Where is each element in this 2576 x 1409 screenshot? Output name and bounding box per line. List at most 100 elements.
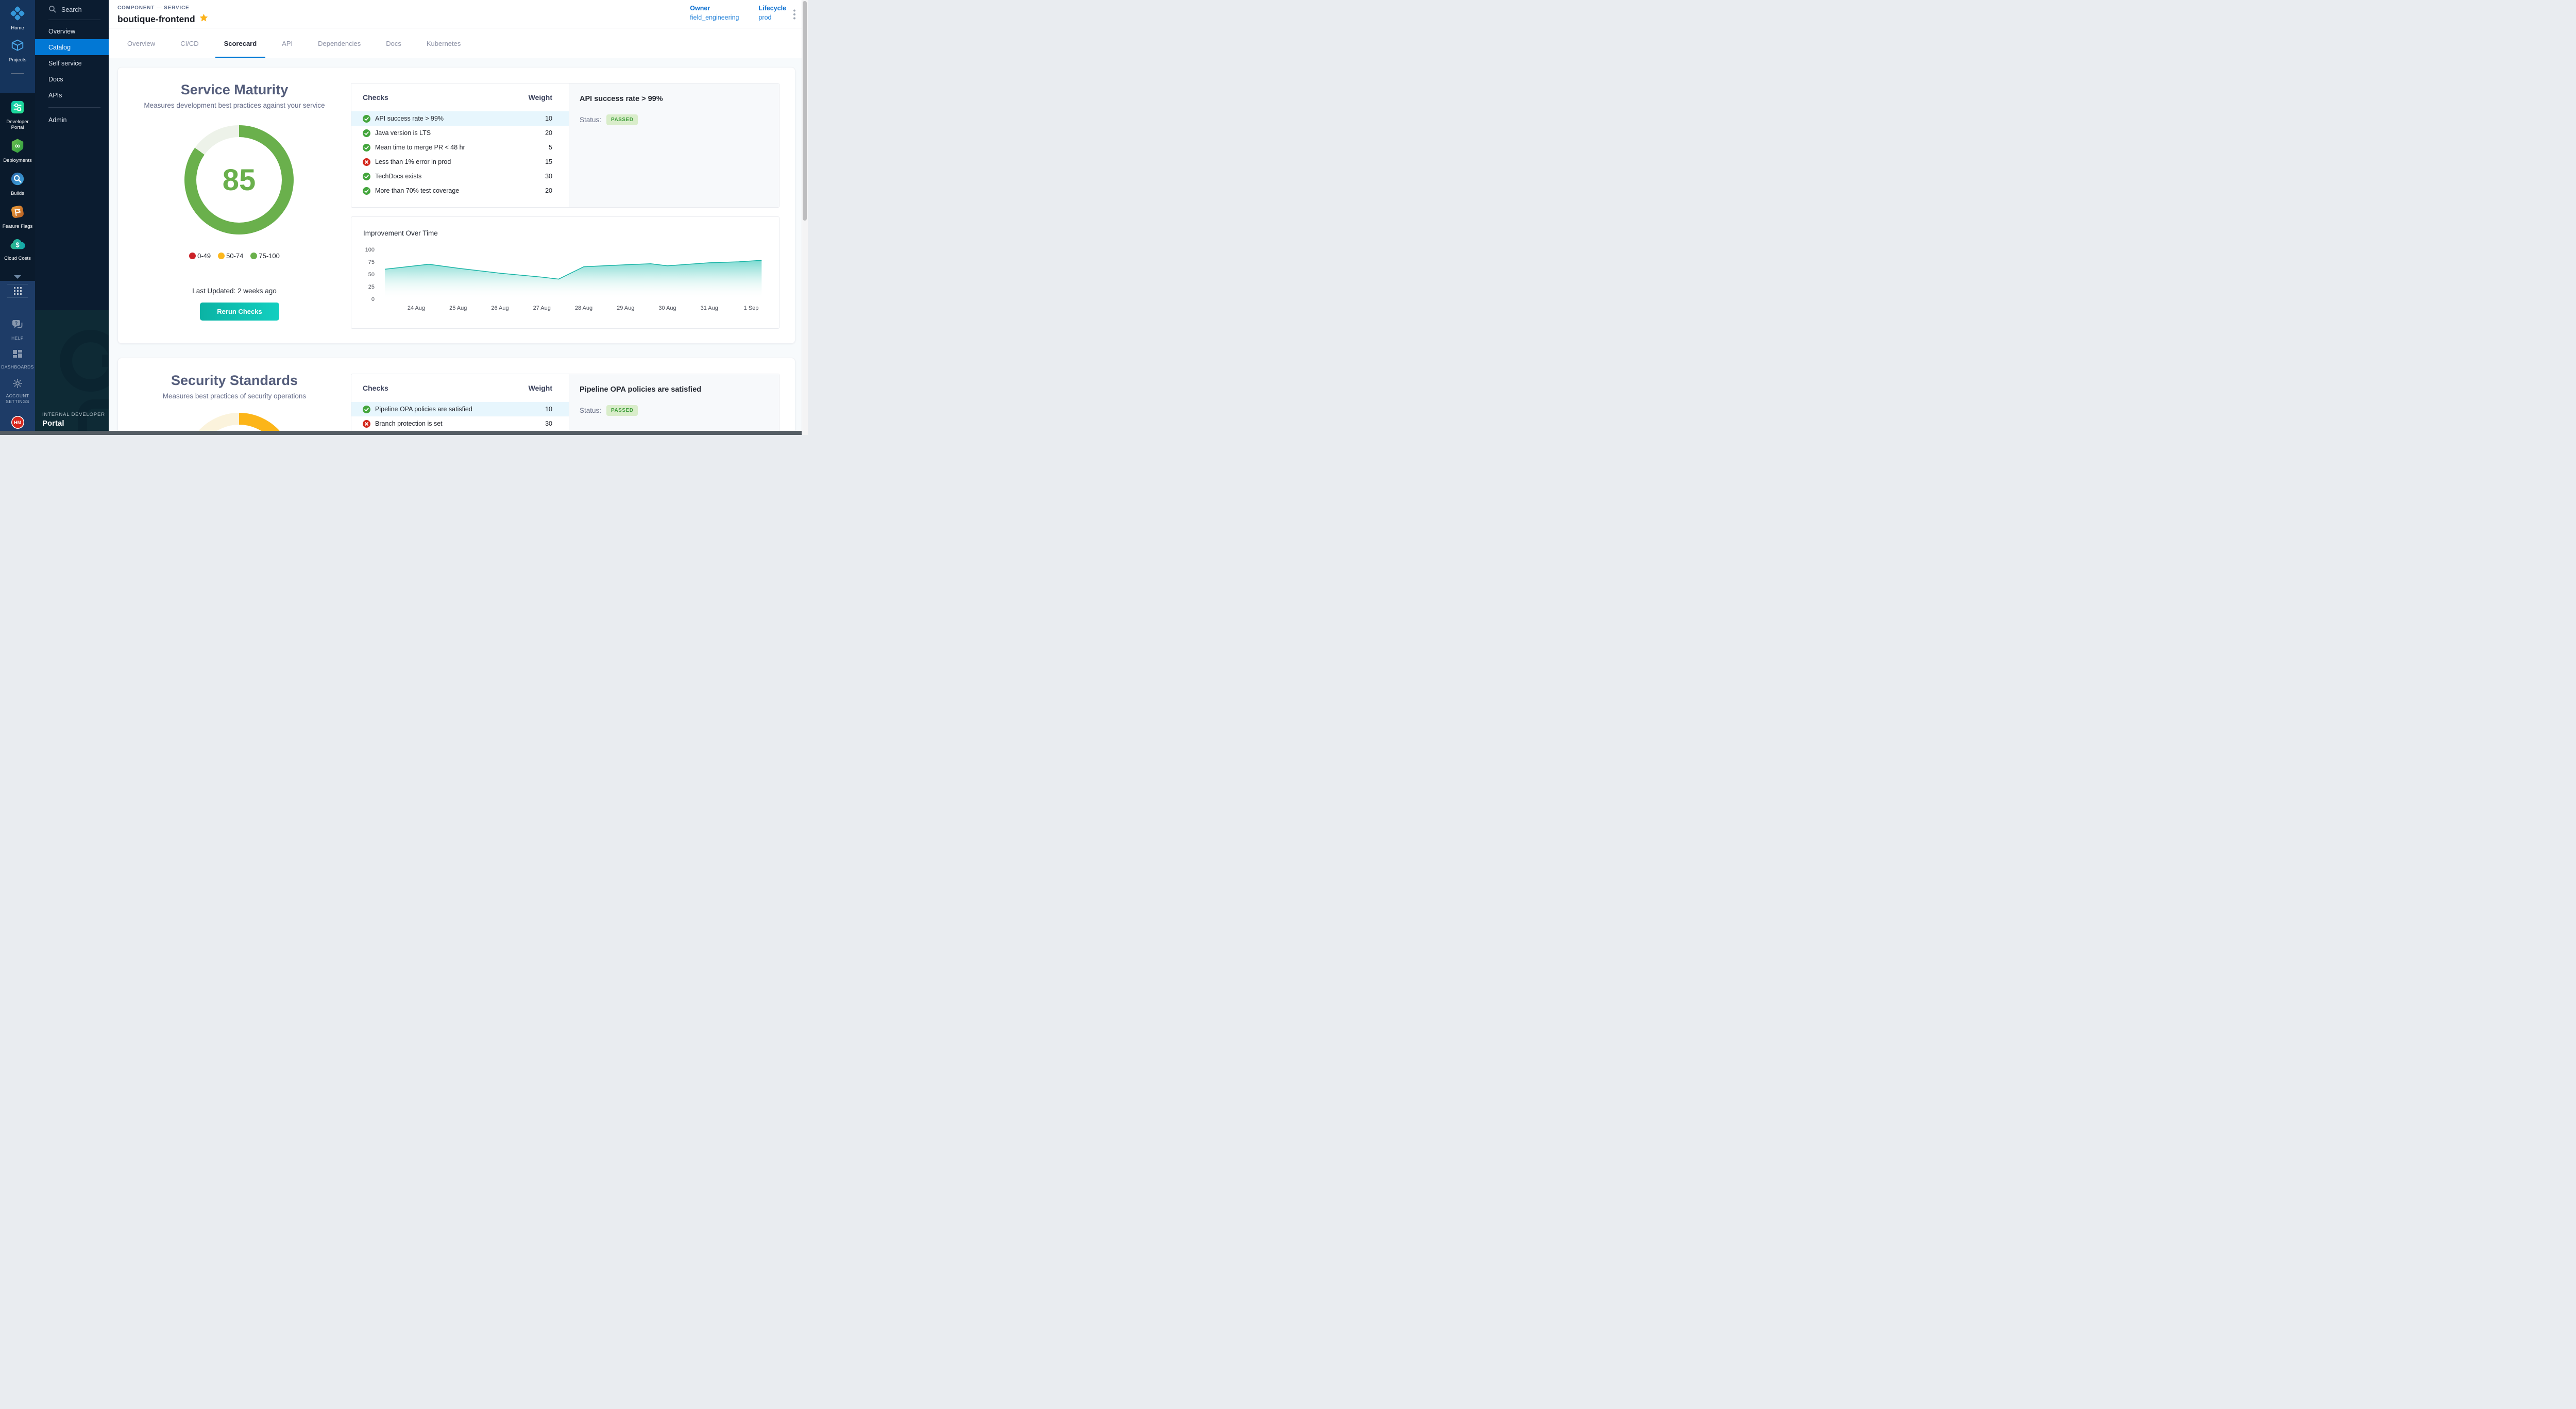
svg-text:∞: ∞ [14, 142, 21, 150]
check-detail-panel: Pipeline OPA policies are satisfied Stat… [569, 374, 779, 431]
score-gauge: 85 [184, 125, 294, 234]
sidebar-item-self-service[interactable]: Self service [35, 55, 109, 71]
dashboards-icon [12, 349, 23, 362]
tab-docs[interactable]: Docs [386, 28, 401, 58]
user-avatar[interactable]: HM [11, 416, 24, 429]
check-row[interactable]: Mean time to merge PR < 48 hr5 [351, 140, 569, 155]
tab-kubernetes[interactable]: Kubernetes [427, 28, 461, 58]
deployments-icon: ∞ [10, 139, 25, 156]
check-label: Branch protection is set [375, 420, 545, 427]
check-row[interactable]: API success rate > 99%10 [351, 111, 569, 126]
status-label: Status: [580, 407, 601, 414]
owner-link[interactable]: field_engineering [690, 14, 739, 21]
legend-dot [218, 253, 225, 259]
rail-item-home[interactable]: Home [1, 6, 35, 31]
rail-item-help[interactable]: ?HELP [1, 318, 35, 341]
legend-dot [189, 253, 196, 259]
check-row[interactable]: TechDocs exists30 [351, 169, 569, 183]
score-legend: 0-4950-7475-100 [118, 252, 351, 260]
rail-item-dashboards[interactable]: DASHBOARDS [1, 349, 35, 370]
legend-item: 75-100 [250, 252, 279, 260]
status-badge: PASSED [606, 405, 638, 416]
cube-icon [10, 38, 25, 55]
sidebar-item-apis[interactable]: APIs [35, 87, 109, 103]
tab-scorecard[interactable]: Scorecard [224, 28, 257, 58]
check-row[interactable]: Java version is LTS20 [351, 126, 569, 140]
check-weight: 20 [545, 187, 552, 194]
status-label: Status: [580, 116, 601, 124]
module-rail: Home Projects Developer Portal ∞Deployment… [0, 0, 35, 435]
tab-dependencies[interactable]: Dependencies [318, 28, 361, 58]
sidebar-footer: INTERNAL DEVELOPER Portal [35, 310, 109, 435]
rail-item-projects[interactable]: Projects [1, 38, 35, 63]
legend-label: 75-100 [259, 252, 279, 260]
svg-text:1 Sep: 1 Sep [744, 305, 759, 311]
check-passed-icon [363, 187, 370, 195]
kebab-menu-icon[interactable] [789, 9, 800, 20]
owner-label: Owner [690, 5, 739, 12]
check-detail-title: API success rate > 99% [580, 95, 769, 103]
entity-tabs: Overview CI/CD Scorecard API Dependencies Doc… [109, 28, 802, 58]
svg-text:28 Aug: 28 Aug [575, 305, 592, 311]
legend-item: 50-74 [218, 252, 243, 260]
legend-dot [250, 253, 257, 259]
rail-item-cloud-costs[interactable]: $Cloud Costs [1, 238, 35, 261]
sidebar-item-overview[interactable]: Overview [35, 23, 109, 39]
rail-item-label: DASHBOARDS [1, 364, 34, 370]
search-icon [48, 5, 57, 15]
security-checks-panel: Checks Weight Pipeline OPA policies are … [351, 374, 779, 431]
feature-flags-icon [10, 205, 25, 222]
check-row[interactable]: Less than 1% error in prod15 [351, 155, 569, 169]
rail-item-developer-portal[interactable]: Developer Portal [1, 100, 35, 130]
check-passed-icon [363, 115, 370, 123]
check-passed-icon [363, 129, 370, 137]
check-passed-icon [363, 406, 370, 413]
svg-text:25 Aug: 25 Aug [449, 305, 467, 311]
svg-text:$: $ [15, 241, 20, 249]
module-grid-icon[interactable] [7, 284, 28, 298]
legend-label: 50-74 [226, 252, 243, 260]
svg-text:?: ? [15, 321, 18, 326]
rail-item-deployments[interactable]: ∞Deployments [1, 139, 35, 163]
tab-overview[interactable]: Overview [127, 28, 155, 58]
scorecard-subtitle: Measures best practices of security oper… [118, 392, 351, 400]
svg-text:27 Aug: 27 Aug [533, 305, 551, 311]
rail-item-label: Builds [11, 191, 24, 196]
check-label: Java version is LTS [375, 129, 545, 137]
scrollbar-thumb[interactable] [803, 1, 807, 221]
rail-item-label: Developer Portal [1, 119, 35, 130]
help-icon: ? [11, 318, 24, 333]
scorecard-title: Service Maturity [118, 82, 351, 98]
bottom-edge-bar [0, 431, 808, 435]
sidebar-item-docs[interactable]: Docs [35, 71, 109, 87]
tab-ci-cd[interactable]: CI/CD [180, 28, 198, 58]
check-failed-icon [363, 158, 370, 166]
rail-bottom-section: ?HELP DASHBOARDS ACCOUNT SETTINGS HM [0, 281, 35, 435]
rail-item-builds[interactable]: Builds [1, 172, 35, 196]
tab-api[interactable]: API [282, 28, 293, 58]
check-row[interactable]: Branch protection is set30 [351, 416, 569, 431]
sidebar-divider [48, 107, 100, 108]
vertical-scrollbar[interactable] [802, 0, 808, 435]
check-weight: 20 [545, 129, 552, 137]
rail-item-feature-flags[interactable]: Feature Flags [1, 205, 35, 229]
sidebar-search[interactable]: Search [35, 0, 109, 20]
check-row[interactable]: More than 70% test coverage20 [351, 183, 569, 198]
rerun-checks-button[interactable]: Rerun Checks [200, 303, 279, 321]
svg-text:25: 25 [368, 284, 375, 290]
checks-column-header: Checks [363, 384, 388, 392]
portal-sidebar: Search OverviewCatalogSelf serviceDocsAP… [35, 0, 109, 435]
dev-portal-icon [10, 100, 25, 117]
rail-item-account-settings[interactable]: ACCOUNT SETTINGS [1, 378, 35, 405]
favorite-star-icon[interactable] [199, 13, 208, 25]
cloud-costs-icon: $ [10, 238, 25, 254]
portal-eyebrow: INTERNAL DEVELOPER [42, 412, 105, 417]
owner-meta: Owner field_engineering [690, 5, 739, 21]
sidebar-item-catalog[interactable]: Catalog [35, 39, 109, 55]
check-label: API success rate > 99% [375, 115, 545, 122]
security-standards-card: Security Standards Measures best practic… [117, 358, 795, 431]
sidebar-item-admin[interactable]: Admin [35, 112, 109, 128]
check-row[interactable]: Pipeline OPA policies are satisfied10 [351, 402, 569, 416]
home-icon [10, 6, 25, 23]
service-maturity-card: Service Maturity Measures development be… [117, 67, 795, 344]
